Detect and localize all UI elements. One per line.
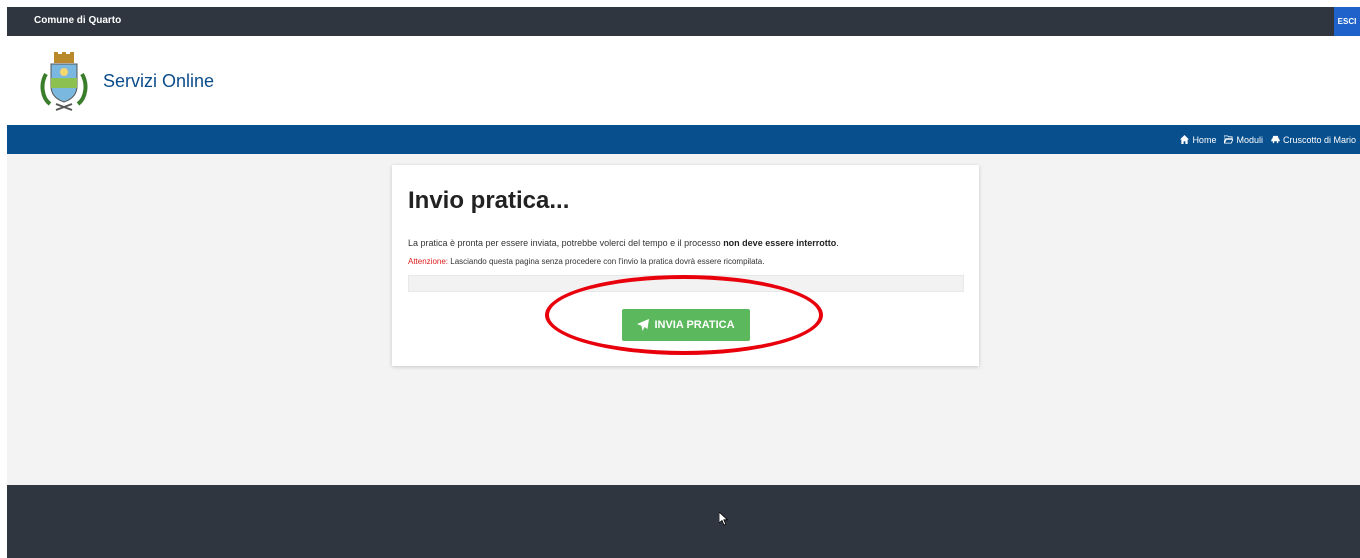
brand-header: Servizi Online — [7, 36, 1360, 125]
warning-message: Attenzione: Lasciando questa pagina senz… — [408, 257, 764, 266]
nav-dashboard-label: Cruscotto di Mario — [1282, 134, 1356, 145]
folder-open-icon — [1224, 135, 1234, 144]
home-icon — [1180, 135, 1190, 144]
send-practice-button[interactable]: INVIA PRATICA — [622, 309, 750, 341]
municipality-name: Comune di Quarto — [34, 15, 122, 26]
crest-icon — [40, 52, 88, 111]
top-bar: Comune di Quarto ESCI — [7, 7, 1360, 36]
ready-message-end: . — [836, 238, 839, 248]
logout-button[interactable]: ESCI — [1334, 7, 1360, 36]
nav-home[interactable]: Home — [1180, 135, 1216, 145]
footer — [7, 485, 1360, 558]
page-frame: Comune di Quarto ESCI Servizi Online Hom… — [7, 7, 1360, 558]
site-title: Servizi Online — [103, 71, 215, 91]
ready-message-bold: non deve essere interrotto — [723, 238, 837, 248]
page-title: Invio pratica... — [408, 187, 570, 214]
paper-plane-icon — [637, 319, 650, 331]
ready-message-text: La pratica è pronta per essere inviata, … — [408, 238, 724, 248]
send-practice-label: INVIA PRATICA — [654, 319, 735, 331]
dashboard-icon — [1270, 135, 1280, 144]
nav-dashboard[interactable]: Cruscotto di Mario — [1270, 134, 1356, 145]
progress-bar — [408, 275, 964, 292]
mouse-cursor-icon — [719, 512, 729, 526]
nav-moduli-label: Moduli — [1236, 134, 1263, 145]
main-nav: Home Moduli Cruscotto di Mario — [7, 125, 1360, 154]
nav-moduli[interactable]: Moduli — [1224, 135, 1263, 145]
nav-home-label: Home — [1192, 134, 1217, 145]
warning-text: Lasciando questa pagina senza procedere … — [448, 257, 765, 266]
warning-label: Attenzione: — [408, 257, 449, 266]
ready-message: La pratica è pronta per essere inviata, … — [408, 238, 839, 248]
submission-card: Invio pratica... La pratica è pronta per… — [392, 165, 979, 366]
